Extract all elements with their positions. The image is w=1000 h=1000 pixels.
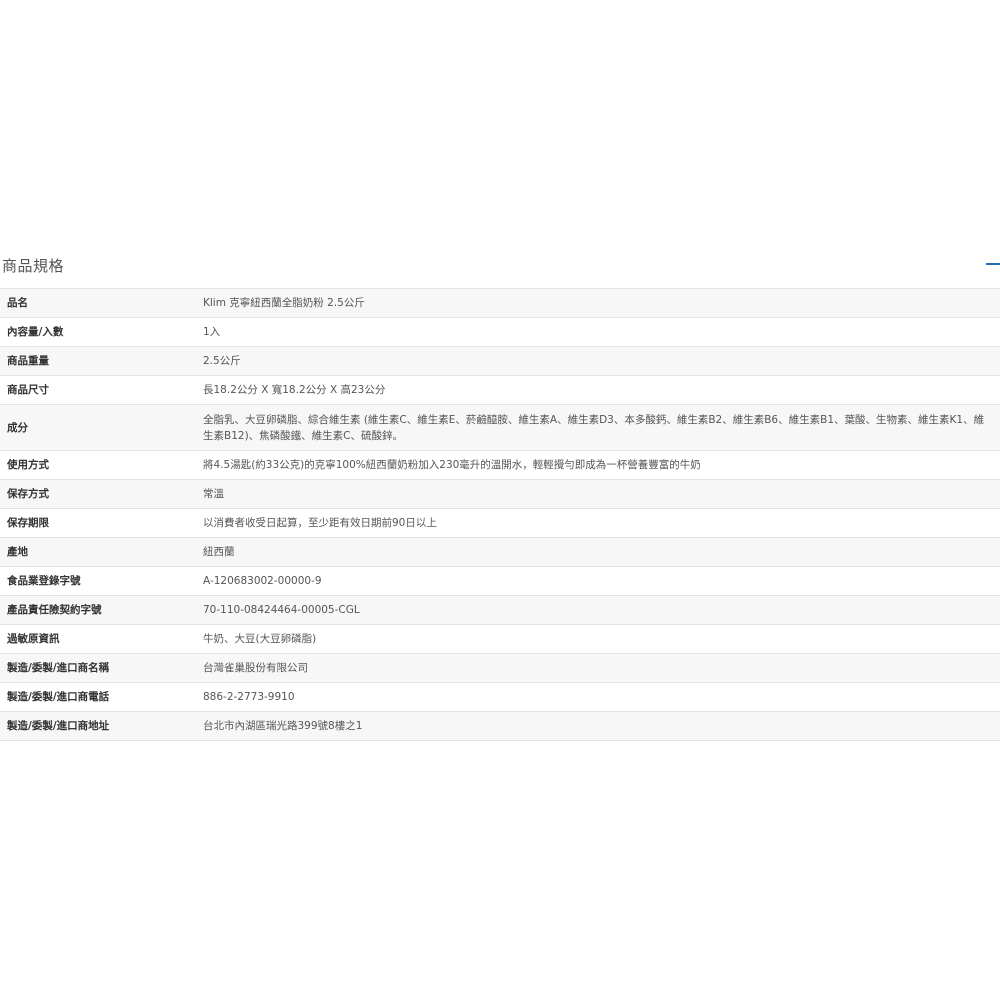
table-row: 過敏原資訊 牛奶、大豆(大豆卵磷脂)	[0, 624, 1000, 654]
spec-label-weight: 商品重量	[0, 346, 195, 376]
spec-value-allergen: 牛奶、大豆(大豆卵磷脂)	[195, 624, 1000, 654]
table-row: 食品業登錄字號 A-120683002-00000-9	[0, 566, 1000, 596]
spec-value-quantity: 1入	[195, 317, 1000, 347]
spec-value-dimensions: 長18.2公分 X 寬18.2公分 X 高23公分	[195, 375, 1000, 405]
spec-value-manufacturer-phone: 886-2-2773-9910	[195, 682, 1000, 712]
spec-label-usage: 使用方式	[0, 450, 195, 480]
spec-value-manufacturer-address: 台北市內湖區瑞光路399號8樓之1	[195, 711, 1000, 741]
spec-label-origin: 產地	[0, 537, 195, 567]
spec-label-allergen: 過敏原資訊	[0, 624, 195, 654]
spec-header: 商品規格	[0, 250, 1000, 288]
minus-icon[interactable]	[984, 258, 1000, 270]
spec-value-origin: 紐西蘭	[195, 537, 1000, 567]
product-spec-section: 商品規格 品名 Klim 克寧紐西蘭全脂奶粉 2.5公斤 內容量/入數 1入 商…	[0, 250, 1000, 741]
table-row: 成分 全脂乳、大豆卵磷脂、綜合維生素 (維生素C、維生素E、菸鹼醯胺、維生素A、…	[0, 404, 1000, 451]
spec-label-dimensions: 商品尺寸	[0, 375, 195, 405]
spec-label-ingredients: 成分	[0, 404, 195, 451]
spec-label-shelf-life: 保存期限	[0, 508, 195, 538]
spec-label-food-registration: 食品業登錄字號	[0, 566, 195, 596]
table-row: 產地 紐西蘭	[0, 537, 1000, 567]
table-row: 保存方式 常溫	[0, 479, 1000, 509]
table-row: 商品重量 2.5公斤	[0, 346, 1000, 376]
spec-label-quantity: 內容量/入數	[0, 317, 195, 347]
table-row: 內容量/入數 1入	[0, 317, 1000, 347]
spec-label-storage: 保存方式	[0, 479, 195, 509]
spec-label-manufacturer-name: 製造/委製/進口商名稱	[0, 653, 195, 683]
table-row: 製造/委製/進口商電話 886-2-2773-9910	[0, 682, 1000, 712]
spec-value-weight: 2.5公斤	[195, 346, 1000, 376]
spec-label-liability-insurance: 產品責任險契約字號	[0, 595, 195, 625]
table-row: 保存期限 以消費者收受日起算，至少距有效日期前90日以上	[0, 508, 1000, 538]
section-title: 商品規格	[2, 257, 65, 275]
spec-table: 品名 Klim 克寧紐西蘭全脂奶粉 2.5公斤 內容量/入數 1入 商品重量 2…	[0, 288, 1000, 741]
table-row: 使用方式 將4.5湯匙(約33公克)的克寧100%紐西蘭奶粉加入230毫升的溫開…	[0, 450, 1000, 480]
spec-label-product-name: 品名	[0, 288, 195, 318]
table-row: 產品責任險契約字號 70-110-08424464-00005-CGL	[0, 595, 1000, 625]
spec-value-manufacturer-name: 台灣雀巢股份有限公司	[195, 653, 1000, 683]
spec-value-liability-insurance: 70-110-08424464-00005-CGL	[195, 595, 1000, 625]
spec-value-shelf-life: 以消費者收受日起算，至少距有效日期前90日以上	[195, 508, 1000, 538]
table-row: 商品尺寸 長18.2公分 X 寬18.2公分 X 高23公分	[0, 375, 1000, 405]
spec-value-food-registration: A-120683002-00000-9	[195, 566, 1000, 596]
spec-value-storage: 常溫	[195, 479, 1000, 509]
spec-value-product-name: Klim 克寧紐西蘭全脂奶粉 2.5公斤	[195, 288, 1000, 318]
spec-value-usage: 將4.5湯匙(約33公克)的克寧100%紐西蘭奶粉加入230毫升的溫開水，輕輕攪…	[195, 450, 1000, 480]
table-row: 製造/委製/進口商地址 台北市內湖區瑞光路399號8樓之1	[0, 711, 1000, 741]
spec-label-manufacturer-address: 製造/委製/進口商地址	[0, 711, 195, 741]
table-row: 品名 Klim 克寧紐西蘭全脂奶粉 2.5公斤	[0, 288, 1000, 318]
table-row: 製造/委製/進口商名稱 台灣雀巢股份有限公司	[0, 653, 1000, 683]
spec-label-manufacturer-phone: 製造/委製/進口商電話	[0, 682, 195, 712]
spec-value-ingredients: 全脂乳、大豆卵磷脂、綜合維生素 (維生素C、維生素E、菸鹼醯胺、維生素A、維生素…	[195, 404, 1000, 451]
